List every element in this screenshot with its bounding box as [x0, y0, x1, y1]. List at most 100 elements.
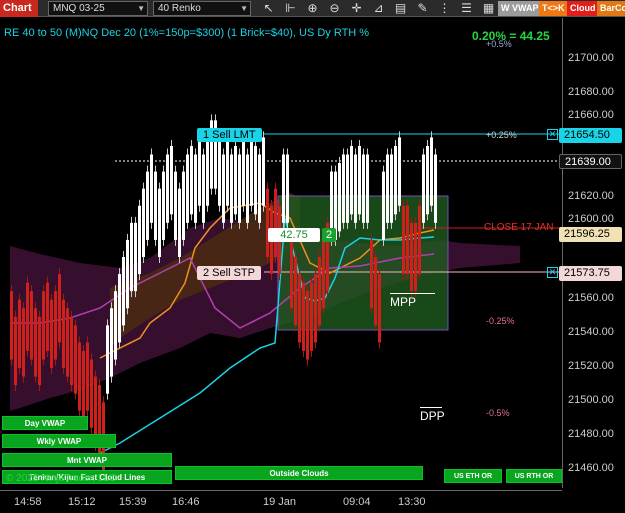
price-tag-sell-stp: 21573.75	[559, 266, 622, 281]
renko-brick-up	[430, 137, 433, 206]
renko-brick-down	[374, 257, 377, 326]
renko-brick-up	[242, 137, 245, 206]
renko-brick-up	[206, 137, 209, 206]
chart-tab[interactable]: Chart	[0, 0, 38, 17]
renko-brick-down	[62, 299, 65, 369]
renko-brick-up	[394, 145, 397, 215]
renko-brick-up	[262, 137, 265, 206]
chevron-down-icon: ▼	[240, 4, 248, 13]
bar-style-icon[interactable]: ⊩	[280, 0, 301, 17]
wkly-vwap-button[interactable]: Wkly VWAP	[2, 434, 116, 448]
renko-brick-down	[318, 257, 321, 326]
renko-brick-up	[130, 222, 133, 292]
outside-clouds-button[interactable]: Outside Clouds	[175, 466, 423, 480]
renko-brick-down	[402, 205, 405, 275]
renko-brick-up	[142, 188, 145, 257]
renko-brick-up	[246, 154, 249, 223]
price-tick: 21700.00	[568, 52, 614, 64]
renko-brick-up	[158, 188, 161, 257]
cancel-sell-lmt-icon[interactable]: ✕	[547, 129, 558, 140]
renko-brick-up	[150, 154, 153, 223]
price-tag-last: 21639.00	[559, 154, 622, 169]
interval-label: 40 Renko	[158, 3, 201, 14]
strategy-icon[interactable]: ⋮	[434, 0, 455, 17]
renko-brick-up	[398, 137, 401, 206]
renko-brick-down	[294, 257, 297, 326]
renko-brick-down	[90, 359, 93, 428]
mnt-vwap-button[interactable]: Mnt VWAP	[2, 453, 172, 467]
renko-brick-down	[298, 274, 301, 343]
interval-selector[interactable]: 40 Renko ▼	[153, 1, 251, 16]
renko-brick-down	[42, 291, 45, 360]
renko-brick-up	[254, 145, 257, 215]
instrument-label: MNQ 03-25	[53, 3, 105, 14]
renko-brick-up	[346, 154, 349, 223]
time-tick: 13:30	[398, 496, 426, 508]
copyright-text: © 2025 NinjaTrader, LLC	[6, 473, 117, 484]
pin-icon[interactable]: ⊿	[368, 0, 389, 17]
instrument-selector[interactable]: MNQ 03-25 ▼	[48, 1, 148, 16]
renko-brick-up	[146, 171, 149, 240]
renko-brick-up	[174, 171, 177, 240]
renko-brick-down	[14, 316, 17, 386]
renko-brick-down	[66, 308, 69, 377]
cloud-button[interactable]: Cloud	[567, 1, 599, 16]
chart-type-icon[interactable]: ▤	[390, 0, 411, 17]
w-vwap-button[interactable]: W VWAP	[498, 1, 542, 16]
renko-brick-up	[202, 154, 205, 223]
renko-brick-down	[302, 282, 305, 351]
pct-025-label: +0.25%	[486, 130, 517, 140]
price-tick: 21600.00	[568, 213, 614, 225]
renko-brick-up	[110, 308, 113, 377]
renko-brick-up	[342, 154, 345, 223]
price-tick: 21460.00	[568, 462, 614, 474]
template-icon[interactable]: ▦	[478, 0, 499, 17]
draw-icon[interactable]: ✎	[412, 0, 433, 17]
us-eth-or-button[interactable]: US ETH OR	[444, 469, 502, 483]
renko-brick-down	[34, 308, 37, 377]
us-rth-or-button[interactable]: US RTH OR	[506, 469, 562, 483]
tenkan-kijun-button[interactable]: T<>K	[539, 1, 568, 16]
chart-toolbar: Chart MNQ 03-25 ▼ 40 Renko ▼ ↖ ⊩ ⊕ ⊖ ✛ ⊿…	[0, 0, 625, 17]
position-price[interactable]: 42.75	[268, 228, 320, 242]
renko-brick-up	[358, 145, 361, 215]
renko-brick-up	[390, 154, 393, 223]
renko-brick-down	[86, 342, 89, 411]
cursor-icon[interactable]: ↖	[258, 0, 279, 17]
sell-stp-order[interactable]: 2 Sell STP	[197, 266, 261, 280]
day-vwap-button[interactable]: Day VWAP	[2, 416, 88, 430]
close-17-jan-label: CLOSE 17 JAN	[484, 222, 554, 233]
renko-brick-up	[122, 257, 125, 326]
renko-brick-down	[414, 222, 417, 292]
renko-brick-up	[234, 145, 237, 215]
zoom-out-icon[interactable]: ⊖	[324, 0, 345, 17]
renko-brick-down	[38, 316, 41, 386]
renko-brick-up	[250, 137, 253, 206]
crosshair-icon[interactable]: ✛	[346, 0, 367, 17]
renko-brick-up	[178, 188, 181, 257]
renko-brick-up	[166, 154, 169, 223]
renko-brick-down	[290, 239, 293, 309]
renko-brick-up	[386, 154, 389, 223]
pct-neg025-label: -0.25%	[486, 316, 515, 326]
time-tick: 15:12	[68, 496, 96, 508]
renko-brick-up	[434, 154, 437, 223]
position-quantity[interactable]: 2	[322, 228, 336, 242]
sell-lmt-order[interactable]: 1 Sell LMT	[197, 128, 262, 142]
indicator-icon[interactable]: ☰	[456, 0, 477, 17]
renko-brick-down	[322, 239, 325, 309]
dpp-label: DPP	[420, 409, 445, 423]
renko-brick-down	[370, 239, 373, 309]
price-tick: 21540.00	[568, 326, 614, 338]
barco-button[interactable]: BarCo	[597, 1, 625, 16]
time-tick: 14:58	[14, 496, 42, 508]
time-tick: 15:39	[119, 496, 147, 508]
cancel-sell-stp-icon[interactable]: ✕	[547, 267, 558, 278]
price-tag-sell-lmt: 21654.50	[559, 128, 622, 143]
renko-brick-down	[26, 282, 29, 351]
price-tick: 21660.00	[568, 109, 614, 121]
renko-brick-up	[338, 163, 341, 232]
renko-brick-up	[282, 154, 285, 223]
chart-panel[interactable]: RE 40 to 50 (M)NQ Dec 20 (1%=150p=$300) …	[0, 18, 625, 513]
zoom-in-icon[interactable]: ⊕	[302, 0, 323, 17]
